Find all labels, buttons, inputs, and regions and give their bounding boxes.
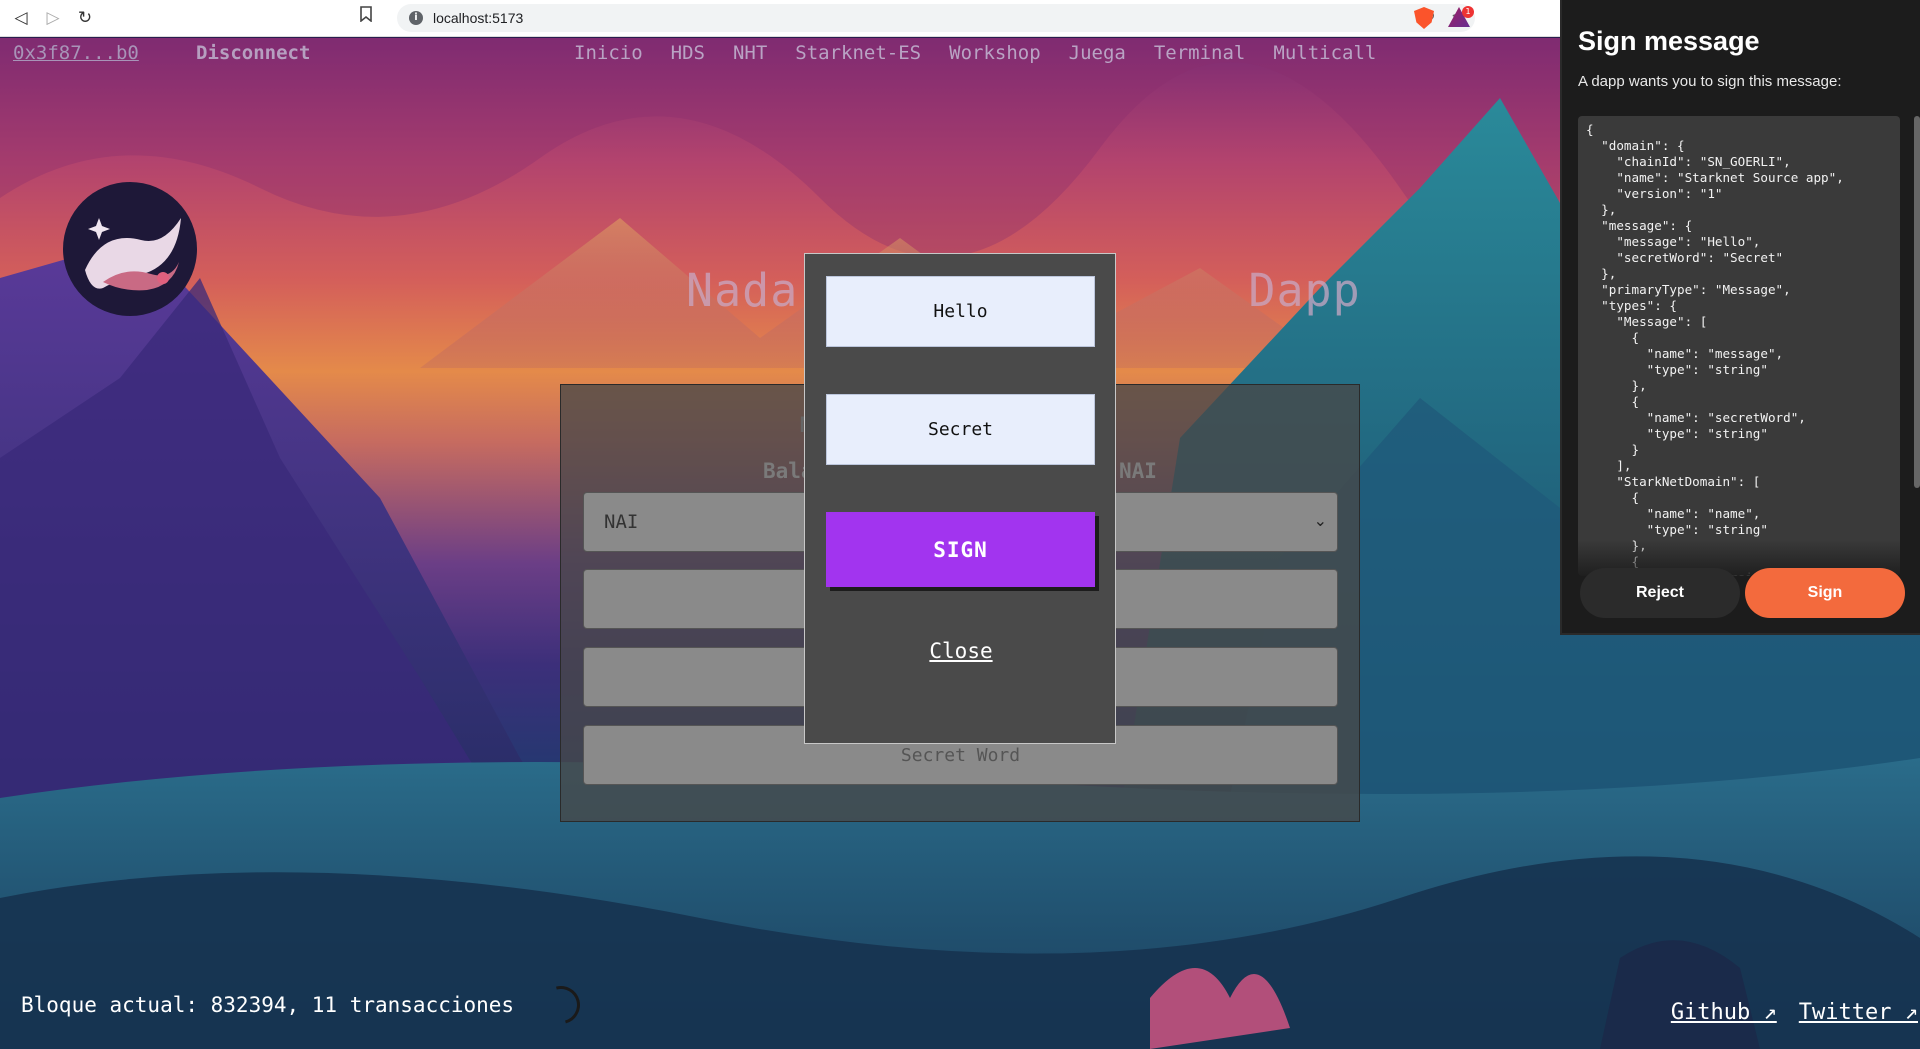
url-text[interactable]: localhost:5173	[433, 10, 523, 26]
typed-data-viewer[interactable]: { "domain": { "chainId": "SN_GOERLI", "n…	[1578, 116, 1900, 576]
top-navigation: 0x3f87...b0 Disconnect Inicio HDS NHT St…	[0, 38, 1560, 68]
nav-link-nht[interactable]: NHT	[733, 42, 767, 64]
nav-link-hds[interactable]: HDS	[671, 42, 705, 64]
browser-toolbar: ◁ ▷ ↻ i localhost:5173 ⊕ ⋖ 1	[0, 0, 1560, 37]
forward-icon[interactable]: ▷	[36, 1, 70, 35]
message-input[interactable]: Hello	[826, 276, 1095, 347]
block-info: Bloque actual: 832394, 11 transacciones	[21, 993, 515, 1017]
account-address-link[interactable]: 0x3f87...b0	[13, 42, 139, 64]
sign-modal: Hello Secret SIGN Close	[804, 253, 1116, 744]
hero-title-right: Dapp	[1248, 264, 1361, 317]
nav-links: Inicio HDS NHT Starknet-ES Workshop Jueg…	[574, 42, 1404, 64]
rewards-badge: 1	[1462, 6, 1474, 18]
nav-link-workshop[interactable]: Workshop	[949, 42, 1041, 64]
hero-title-left: Nada	[686, 264, 799, 317]
token-select-value: NAI	[604, 511, 639, 533]
chevron-down-icon: ⌄	[1313, 511, 1327, 530]
nav-link-juega[interactable]: Juega	[1069, 42, 1126, 64]
nav-link-terminal[interactable]: Terminal	[1154, 42, 1246, 64]
wallet-title: Sign message	[1578, 26, 1760, 56]
address-bar[interactable]: i localhost:5173 ⊕ ⋖	[397, 4, 1475, 32]
disconnect-button[interactable]: Disconnect	[196, 42, 310, 64]
footer-links: Github ↗ Twitter ↗	[1671, 1000, 1918, 1025]
site-info-icon[interactable]: i	[409, 11, 423, 25]
close-modal-link[interactable]: Close	[805, 639, 1117, 663]
wallet-sign-button[interactable]: Sign	[1745, 568, 1905, 618]
brave-shield-icon[interactable]	[1414, 7, 1434, 29]
nav-link-inicio[interactable]: Inicio	[574, 42, 643, 64]
starknet-logo	[63, 182, 197, 316]
github-link[interactable]: Github ↗	[1671, 1000, 1777, 1025]
reload-icon[interactable]: ↻	[68, 1, 102, 35]
wallet-sign-popup: Sign message A dapp wants you to sign th…	[1560, 0, 1920, 635]
sign-button[interactable]: SIGN	[826, 512, 1095, 587]
wallet-subtitle: A dapp wants you to sign this message:	[1578, 73, 1842, 90]
bookmark-icon[interactable]	[360, 6, 372, 26]
back-icon[interactable]: ◁	[4, 1, 38, 35]
twitter-link[interactable]: Twitter ↗	[1799, 1000, 1918, 1025]
secret-input[interactable]: Secret	[826, 394, 1095, 465]
reject-button[interactable]: Reject	[1580, 568, 1740, 618]
nav-link-starknet-es[interactable]: Starknet-ES	[795, 42, 921, 64]
wallet-scrollbar[interactable]	[1914, 116, 1920, 488]
balance-token: NAI	[1119, 459, 1157, 483]
typed-data-json: { "domain": { "chainId": "SN_GOERLI", "n…	[1586, 122, 1844, 576]
nav-link-multicall[interactable]: Multicall	[1273, 42, 1376, 64]
